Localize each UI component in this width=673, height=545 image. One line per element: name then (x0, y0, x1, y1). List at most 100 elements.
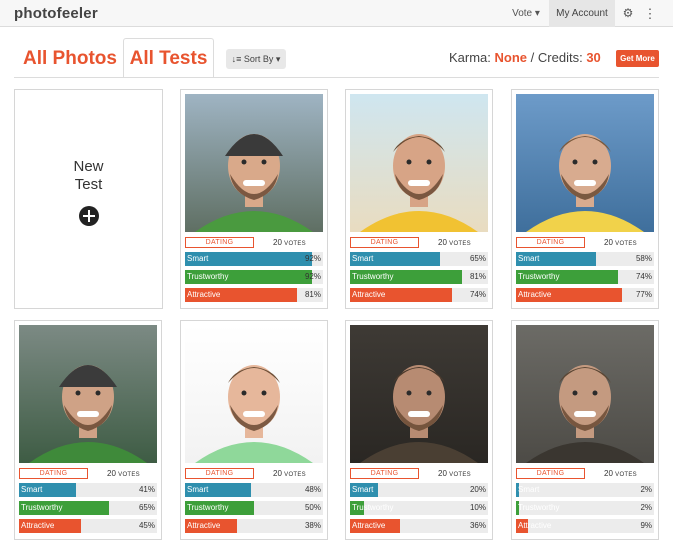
vote-count-unit: VOTES (284, 472, 306, 478)
vote-count-number: 20 (107, 469, 116, 478)
photo-svg (185, 94, 323, 232)
top-nav: photofeeler Vote ▾ My Account ⚙ ⋮ (0, 0, 673, 27)
attractive-percent: 38% (304, 521, 321, 530)
smart-label: Smart (21, 485, 43, 494)
trustworthy-percent: 2% (640, 503, 652, 512)
separator: / (530, 50, 535, 65)
sort-by-button[interactable]: ↓≡ Sort By ▾ (226, 49, 286, 69)
smart-bar: Smart 20% (350, 483, 488, 497)
vote-count: 20 VOTES (438, 468, 471, 481)
test-photo[interactable] (350, 94, 488, 232)
gear-icon[interactable]: ⚙ (618, 0, 638, 27)
attractive-percent: 81% (304, 290, 321, 299)
new-test-card[interactable]: New Test (14, 89, 163, 309)
attractive-percent: 77% (635, 290, 652, 299)
credits-label: Credits: (537, 50, 583, 65)
smart-bar: Smart 48% (185, 483, 323, 497)
test-card[interactable]: DATING 20 VOTES Smart 2% Trustworthy 2% … (511, 320, 659, 540)
attractive-label: Attractive (187, 290, 221, 299)
test-photo[interactable] (516, 325, 654, 463)
test-photo[interactable] (350, 325, 488, 463)
vote-count: 20 VOTES (438, 237, 471, 250)
trustworthy-label: Trustworthy (187, 503, 229, 512)
vote-count-unit: VOTES (449, 241, 471, 247)
test-card[interactable]: DATING 20 VOTES Smart 65% Trustworthy 81… (345, 89, 493, 309)
attractive-bar: Attractive 77% (516, 288, 654, 302)
new-test-label: New Test (73, 158, 104, 193)
vote-menu[interactable]: Vote ▾ (506, 0, 546, 27)
smart-percent: 58% (635, 254, 652, 263)
attractive-percent: 36% (469, 521, 486, 530)
tab-divider (14, 77, 659, 78)
smart-label: Smart (352, 254, 374, 263)
test-card[interactable]: DATING 20 VOTES Smart 58% Trustworthy 74… (511, 89, 659, 309)
photo-svg (516, 94, 654, 232)
vote-count-unit: VOTES (284, 241, 306, 247)
trustworthy-percent: 50% (304, 503, 321, 512)
trustworthy-bar: Trustworthy 74% (516, 270, 654, 284)
vote-count-unit: VOTES (118, 472, 140, 478)
trustworthy-percent: 10% (469, 503, 486, 512)
category-badge: DATING (19, 468, 88, 479)
category-badge: DATING (350, 468, 419, 479)
category-badge: DATING (516, 468, 585, 479)
trustworthy-bar: Trustworthy 81% (350, 270, 488, 284)
smart-percent: 41% (138, 485, 155, 494)
test-photo[interactable] (19, 325, 157, 463)
attractive-label: Attractive (21, 521, 55, 530)
vote-count-number: 20 (438, 469, 447, 478)
attractive-bar: Attractive 36% (350, 519, 488, 533)
attractive-label: Attractive (187, 521, 221, 530)
trustworthy-label: Trustworthy (187, 272, 229, 281)
logo[interactable]: photofeeler (14, 5, 98, 22)
test-photo[interactable] (185, 325, 323, 463)
attractive-label: Attractive (352, 290, 386, 299)
trustworthy-percent: 92% (304, 272, 321, 281)
attractive-bar: Attractive 38% (185, 519, 323, 533)
photo-svg (350, 325, 488, 463)
vote-count: 20 VOTES (604, 237, 637, 250)
category-badge: DATING (185, 237, 254, 248)
tab-all-photos[interactable]: All Photos (23, 39, 117, 79)
smart-bar: Smart 65% (350, 252, 488, 266)
smart-label: Smart (187, 485, 209, 494)
photo-svg (516, 325, 654, 463)
trustworthy-bar: Trustworthy 92% (185, 270, 323, 284)
test-card[interactable]: DATING 20 VOTES Smart 41% Trustworthy 65… (14, 320, 162, 540)
vote-count: 20 VOTES (273, 468, 306, 481)
trustworthy-percent: 74% (635, 272, 652, 281)
credits-value: 30 (586, 50, 601, 65)
attractive-label: Attractive (518, 521, 552, 530)
test-photo[interactable] (185, 94, 323, 232)
vote-count-number: 20 (273, 238, 282, 247)
test-photo[interactable] (516, 94, 654, 232)
category-badge: DATING (185, 468, 254, 479)
vote-count: 20 VOTES (604, 468, 637, 481)
more-menu-icon[interactable]: ⋮ (640, 0, 660, 27)
test-card[interactable]: DATING 20 VOTES Smart 92% Trustworthy 92… (180, 89, 328, 309)
photo-svg (19, 325, 157, 463)
get-more-button[interactable]: Get More (616, 50, 659, 67)
vote-count-unit: VOTES (615, 472, 637, 478)
smart-bar: Smart 41% (19, 483, 157, 497)
test-card[interactable]: DATING 20 VOTES Smart 48% Trustworthy 50… (180, 320, 328, 540)
photo-svg (350, 94, 488, 232)
my-account-link[interactable]: My Account (549, 0, 615, 27)
tab-all-tests[interactable]: All Tests (123, 38, 214, 78)
smart-bar: Smart 92% (185, 252, 323, 266)
attractive-bar: Attractive 81% (185, 288, 323, 302)
test-card[interactable]: DATING 20 VOTES Smart 20% Trustworthy 10… (345, 320, 493, 540)
trustworthy-bar: Trustworthy 65% (19, 501, 157, 515)
smart-percent: 48% (304, 485, 321, 494)
vote-count: 20 VOTES (273, 237, 306, 250)
vote-count-unit: VOTES (615, 241, 637, 247)
trustworthy-bar: Trustworthy 50% (185, 501, 323, 515)
smart-bar: Smart 58% (516, 252, 654, 266)
plus-icon[interactable] (79, 206, 99, 226)
vote-count-unit: VOTES (449, 472, 471, 478)
trustworthy-label: Trustworthy (352, 503, 394, 512)
karma-label: Karma: (449, 50, 491, 65)
smart-percent: 65% (469, 254, 486, 263)
category-badge: DATING (350, 237, 419, 248)
smart-label: Smart (518, 254, 540, 263)
